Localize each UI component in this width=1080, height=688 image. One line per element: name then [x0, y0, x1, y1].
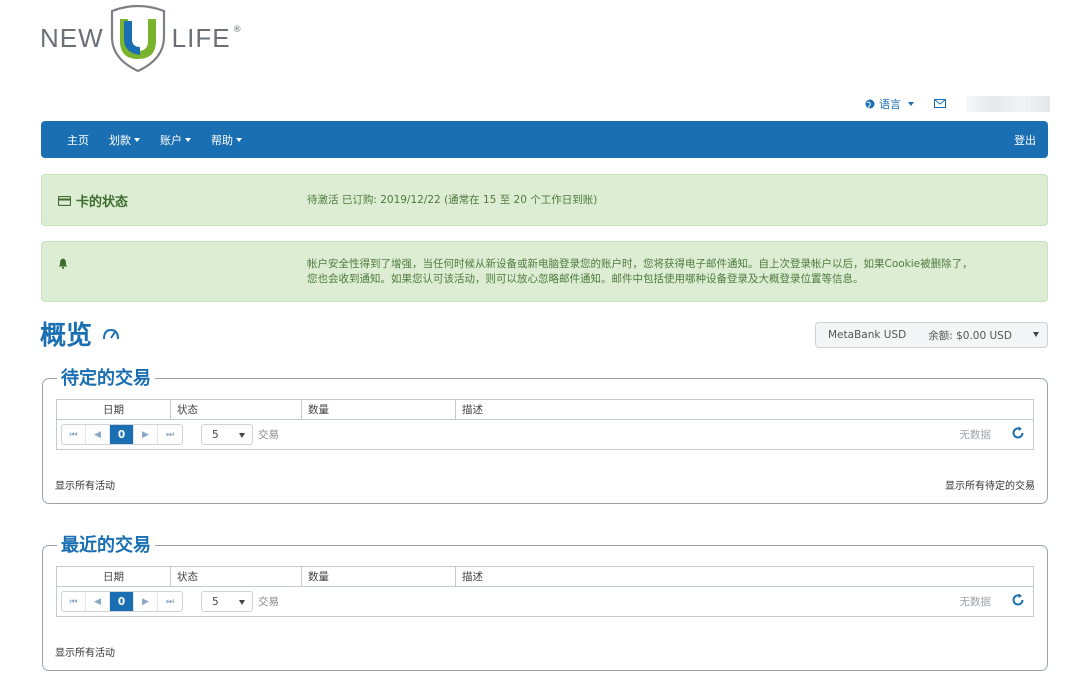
recent-transactions-grid: 日期 状态 数量 描述 ⏮ ◀ 0 ▶ ⏭ 5 交易 无数据	[56, 566, 1034, 617]
card-status-alert: 卡的状态 待激活 已订购: 2019/12/22 (通常在 15 至 20 个工…	[41, 174, 1048, 226]
user-name-redacted	[966, 96, 1050, 112]
page-size-label: 交易	[258, 596, 279, 608]
chevron-down-icon	[236, 137, 242, 142]
logout-button[interactable]: 登出	[1004, 121, 1048, 158]
nav-account[interactable]: 账户	[150, 121, 201, 158]
column-date[interactable]: 日期	[57, 567, 171, 586]
column-amount[interactable]: 数量	[302, 400, 456, 419]
nav-transfer[interactable]: 划款	[99, 121, 150, 158]
security-alert-line-2: 您也会收到通知。如果您认可该活动，则可以放心忽略邮件通知。邮件中包括使用哪种设备…	[307, 273, 864, 285]
page-size-select[interactable]: 5	[201, 424, 253, 445]
grid-pager: ⏮ ◀ 0 ▶ ⏭ 5 交易 无数据	[57, 420, 1033, 449]
shield-logo-icon	[110, 4, 165, 73]
chevron-down-icon	[185, 137, 191, 142]
column-amount[interactable]: 数量	[302, 567, 456, 586]
page-size-value: 5	[212, 595, 219, 608]
nav-help[interactable]: 帮助	[201, 121, 252, 158]
refresh-icon[interactable]	[1011, 593, 1025, 607]
card-status-heading: 卡的状态	[58, 191, 128, 210]
chevron-down-icon	[134, 137, 140, 142]
chevron-down-icon	[1033, 332, 1039, 337]
next-page-icon[interactable]: ▶	[134, 592, 158, 611]
no-data-label: 无数据	[959, 429, 992, 441]
column-date[interactable]: 日期	[57, 400, 171, 419]
first-page-icon[interactable]: ⏮	[62, 592, 86, 611]
show-all-activity-link[interactable]: 显示所有活动	[55, 644, 115, 659]
show-all-activity-link[interactable]: 显示所有活动	[55, 477, 115, 492]
recent-transactions-panel: 最近的交易 日期 状态 数量 描述 ⏮ ◀ 0 ▶ ⏭ 5 交易 无数据 显示所…	[42, 531, 1048, 671]
dashboard-gauge-icon	[103, 328, 120, 339]
prev-page-icon[interactable]: ◀	[86, 592, 110, 611]
pager-buttons: ⏮ ◀ 0 ▶ ⏭	[61, 591, 183, 612]
page-size-value: 5	[212, 428, 219, 441]
column-status[interactable]: 状态	[171, 400, 302, 419]
main-navbar: 主页 划款 账户 帮助 登出	[41, 121, 1048, 158]
column-description[interactable]: 描述	[456, 567, 1033, 586]
language-dropdown[interactable]: 语言	[865, 96, 914, 112]
no-data-label: 无数据	[959, 596, 992, 608]
security-alert-line-1: 帐户安全性得到了增强，当任何时候从新设备或新电脑登录您的账户时，您将获得电子邮件…	[307, 258, 973, 270]
overview-header: 概览	[40, 315, 120, 352]
card-status-text: 待激活 已订购: 2019/12/22 (通常在 15 至 20 个工作日到账)	[307, 194, 598, 206]
page-size-label: 交易	[258, 429, 279, 441]
security-alert: 帐户安全性得到了增强，当任何时候从新设备或新电脑登录您的账户时，您将获得电子邮件…	[41, 241, 1048, 302]
page-size-select[interactable]: 5	[201, 591, 253, 612]
bell-icon	[58, 258, 68, 269]
pager-buttons: ⏮ ◀ 0 ▶ ⏭	[61, 424, 183, 445]
credit-card-icon	[58, 195, 71, 206]
show-all-pending-link[interactable]: 显示所有待定的交易	[945, 477, 1035, 492]
pending-transactions-grid: 日期 状态 数量 描述 ⏮ ◀ 0 ▶ ⏭ 5 交易 无数据	[56, 399, 1034, 450]
brand-registered-mark: ®	[232, 25, 242, 35]
chevron-down-icon	[239, 600, 245, 605]
grid-header: 日期 状态 数量 描述	[57, 400, 1033, 420]
chevron-down-icon	[908, 102, 914, 106]
security-alert-text: 帐户安全性得到了增强，当任何时候从新设备或新电脑登录您的账户时，您将获得电子邮件…	[307, 257, 1042, 287]
account-selector[interactable]: MetaBank USD 余额: $0.00 USD	[815, 322, 1048, 348]
last-page-icon[interactable]: ⏭	[158, 425, 182, 444]
account-balance: 余额: $0.00 USD	[928, 329, 1012, 342]
nav-home[interactable]: 主页	[41, 121, 99, 158]
refresh-icon[interactable]	[1011, 426, 1025, 440]
column-description[interactable]: 描述	[456, 400, 1033, 419]
grid-header: 日期 状态 数量 描述	[57, 567, 1033, 587]
chevron-down-icon	[239, 433, 245, 438]
utility-bar: 语言	[865, 96, 1050, 112]
next-page-icon[interactable]: ▶	[134, 425, 158, 444]
page-title: 概览	[40, 321, 93, 351]
brand-logo[interactable]: NEW LIFE ®	[40, 2, 242, 74]
pending-transactions-title: 待定的交易	[57, 364, 155, 390]
current-page[interactable]: 0	[110, 592, 134, 611]
pending-transactions-panel: 待定的交易 日期 状态 数量 描述 ⏮ ◀ 0 ▶ ⏭ 5 交易 无数据 显示所…	[42, 364, 1048, 504]
last-page-icon[interactable]: ⏭	[158, 592, 182, 611]
column-status[interactable]: 状态	[171, 567, 302, 586]
language-label: 语言	[879, 98, 901, 111]
brand-text-left: NEW	[40, 22, 104, 53]
grid-pager: ⏮ ◀ 0 ▶ ⏭ 5 交易 无数据	[57, 587, 1033, 616]
globe-icon	[865, 99, 875, 109]
recent-transactions-title: 最近的交易	[57, 531, 155, 557]
card-status-title: 卡的状态	[76, 195, 129, 210]
prev-page-icon[interactable]: ◀	[86, 425, 110, 444]
account-name: MetaBank USD	[828, 329, 907, 341]
mail-icon[interactable]	[934, 97, 946, 111]
brand-text-right: LIFE	[171, 22, 231, 53]
first-page-icon[interactable]: ⏮	[62, 425, 86, 444]
current-page[interactable]: 0	[110, 425, 134, 444]
